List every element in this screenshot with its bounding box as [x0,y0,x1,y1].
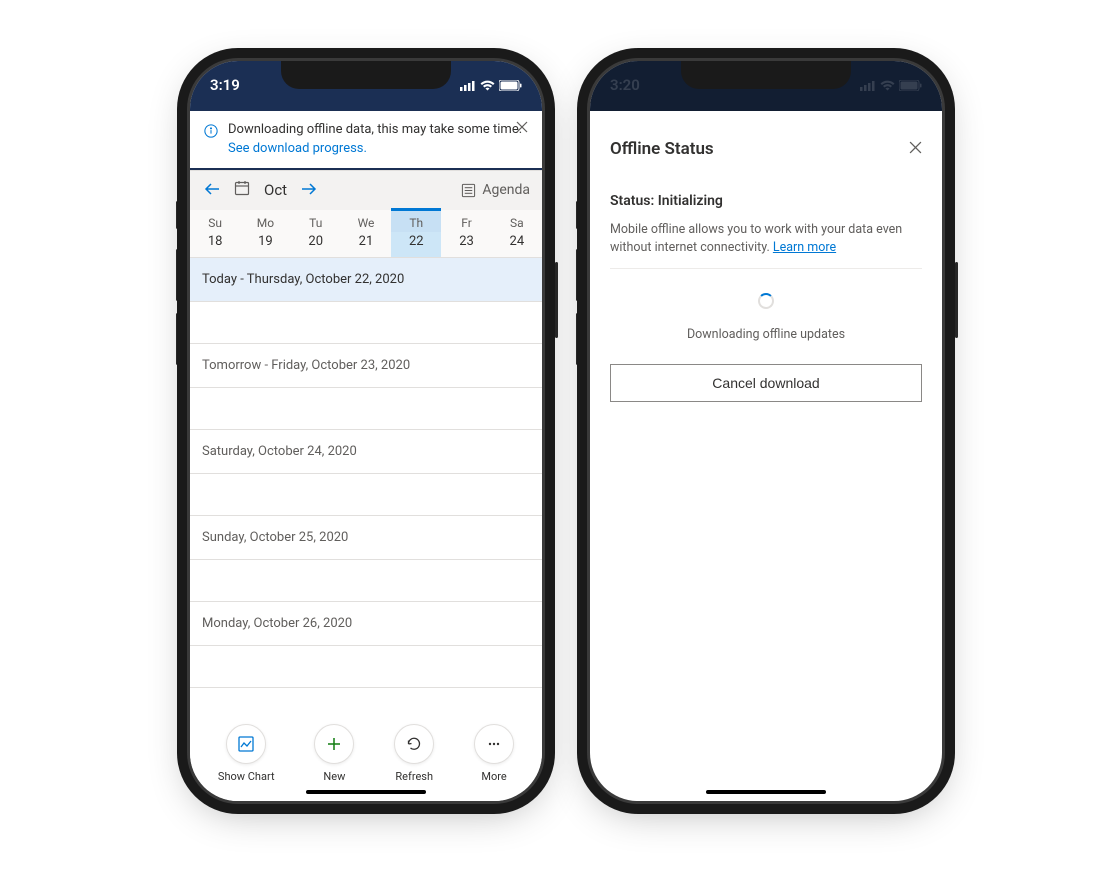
wifi-icon [880,80,895,91]
agenda-empty-slot [190,388,542,430]
status-indicators [860,80,922,91]
weekday-header: Th [391,210,441,232]
agenda-empty-slot [190,646,542,688]
status-indicators [460,80,522,91]
status-heading: Status: Initializing [610,193,922,209]
weekday-header: Su [190,210,240,232]
week-date-cell[interactable]: 18 [190,232,240,257]
agenda-empty-slot [190,560,542,602]
calendar-week-row: Su18 Mo19 Tu20 We21 Th22 Fr23 Sa24 [190,210,542,258]
weekday-header: We [341,210,391,232]
plus-icon [325,735,343,753]
agenda-day-header: Saturday, October 24, 2020 [190,430,542,474]
button-label: More [481,770,506,783]
more-button[interactable]: More [474,724,514,783]
more-icon [485,735,503,753]
close-button[interactable] [909,141,922,158]
phone-notch [681,61,851,89]
agenda-day-header: Tomorrow - Friday, October 23, 2020 [190,344,542,388]
progress-text: Downloading offline updates [610,327,922,342]
agenda-view-button[interactable]: Agenda [461,182,530,198]
agenda-empty-slot [190,302,542,344]
phone-offline-status: 3:20 Offline Status Status: Initializing… [590,61,942,801]
learn-more-link[interactable]: Learn more [773,240,836,255]
signal-icon [460,80,476,91]
agenda-icon [461,183,476,198]
week-date-cell[interactable]: 20 [291,232,341,257]
bottom-action-bar: Show Chart New Refresh More [190,712,542,801]
status-time: 3:19 [210,76,240,94]
week-date-cell[interactable]: 21 [341,232,391,257]
weekday-header: Mo [240,210,290,232]
status-description: Mobile offline allows you to work with y… [610,221,922,269]
chart-icon [237,735,255,753]
arrow-left-icon [204,182,220,196]
close-icon [909,141,922,154]
cal-month-label[interactable]: Oct [264,181,287,199]
home-indicator[interactable] [306,790,426,794]
cal-next-button[interactable] [299,179,319,202]
agenda-day-header: Sunday, October 25, 2020 [190,516,542,560]
show-chart-button[interactable]: Show Chart [218,724,275,783]
new-button[interactable]: New [314,724,354,783]
week-date-cell[interactable]: 23 [441,232,491,257]
status-time: 3:20 [610,76,640,94]
banner-progress-link[interactable]: See download progress. [228,141,522,156]
weekday-header: Sa [492,210,542,232]
agenda-list[interactable]: Today - Thursday, October 22, 2020 Tomor… [190,258,542,688]
cancel-download-button[interactable]: Cancel download [610,364,922,402]
weekday-header: Tu [291,210,341,232]
spinner-icon [758,293,774,309]
page-title: Offline Status [610,139,714,159]
agenda-empty-slot [190,474,542,516]
banner-message: Downloading offline data, this may take … [228,121,522,139]
battery-icon [899,80,922,91]
agenda-day-header: Today - Thursday, October 22, 2020 [190,258,542,302]
home-indicator[interactable] [706,790,826,794]
arrow-right-icon [301,182,317,196]
week-date-cell[interactable]: 19 [240,232,290,257]
calendar-toolbar: Oct Agenda [190,170,542,210]
refresh-icon [405,735,423,753]
info-icon [204,123,218,142]
button-label: Refresh [395,770,433,783]
refresh-button[interactable]: Refresh [394,724,434,783]
button-label: Show Chart [218,770,275,783]
close-icon [516,121,528,133]
download-banner: Downloading offline data, this may take … [190,111,542,170]
signal-icon [860,80,876,91]
wifi-icon [480,80,495,91]
weekday-header: Fr [441,210,491,232]
calendar-icon[interactable] [234,180,250,200]
phone-calendar: 3:19 Downloading offline data, this may … [190,61,542,801]
battery-icon [499,80,522,91]
agenda-label: Agenda [482,182,530,198]
button-label: New [323,770,345,783]
week-date-cell[interactable]: 24 [492,232,542,257]
agenda-day-header: Monday, October 26, 2020 [190,602,542,646]
cal-prev-button[interactable] [202,179,222,202]
banner-close-button[interactable] [516,121,528,137]
phone-notch [281,61,451,89]
week-date-cell-selected[interactable]: 22 [391,232,441,257]
